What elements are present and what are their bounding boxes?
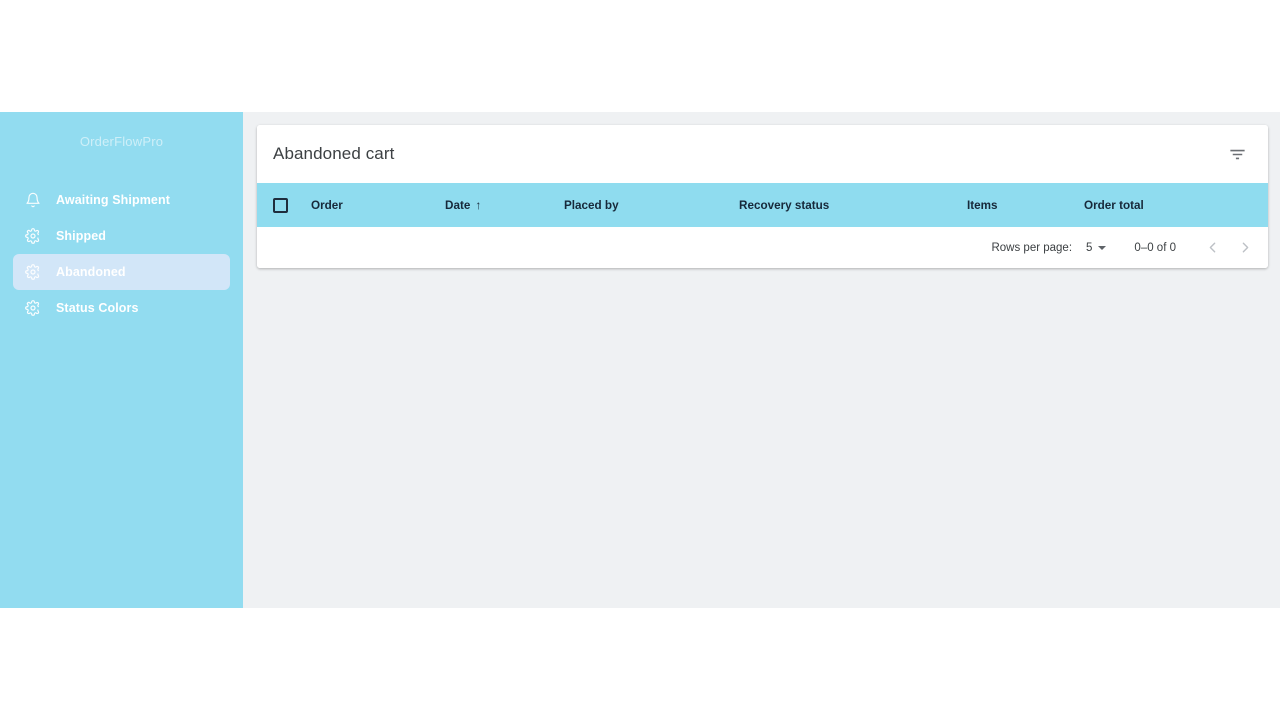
page-title: Abandoned cart [273, 144, 395, 163]
previous-page-button[interactable] [1196, 231, 1229, 264]
gear-icon [24, 299, 42, 317]
column-header-placed-by[interactable]: Placed by [564, 199, 739, 212]
column-label: Order total [1084, 198, 1144, 212]
rows-per-page-select[interactable]: 5 [1086, 241, 1107, 254]
chevron-down-icon [1098, 245, 1107, 250]
column-label: Items [967, 198, 998, 212]
pagination-range-label: 0–0 of 0 [1134, 241, 1176, 254]
sidebar-item-awaiting-shipment[interactable]: Awaiting Shipment [13, 182, 230, 218]
column-label: Order [311, 198, 343, 212]
column-header-items[interactable]: Items [967, 199, 1084, 212]
sidebar-item-status-colors[interactable]: Status Colors [13, 290, 230, 326]
table-toolbar: Abandoned cart [257, 125, 1268, 183]
sidebar-item-label: Abandoned [56, 264, 126, 279]
rows-per-page-label: Rows per page: [991, 241, 1073, 254]
sort-ascending-icon: ↑ [475, 198, 482, 212]
select-all-checkbox[interactable] [273, 197, 288, 213]
sidebar-nav: Awaiting Shipment Shipped Abandoned Stat… [0, 182, 243, 326]
filter-list-icon[interactable] [1220, 137, 1254, 171]
column-label: Placed by [564, 198, 619, 212]
sidebar-item-label: Status Colors [56, 300, 139, 315]
data-table-card: Abandoned cart Order Date ↑ Placed by Re… [257, 125, 1268, 268]
column-header-order-total[interactable]: Order total [1084, 199, 1268, 212]
column-label: Date [445, 198, 471, 212]
table-header-row: Order Date ↑ Placed by Recovery status I… [257, 183, 1268, 227]
sidebar-item-shipped[interactable]: Shipped [13, 218, 230, 254]
main-content: Abandoned cart Order Date ↑ Placed by Re… [243, 112, 1280, 608]
bell-icon [24, 191, 42, 209]
column-header-recovery-status[interactable]: Recovery status [739, 199, 967, 212]
column-header-order[interactable]: Order [311, 199, 445, 212]
sidebar-item-label: Awaiting Shipment [56, 192, 170, 207]
gear-icon [24, 227, 42, 245]
column-header-date[interactable]: Date ↑ [445, 199, 564, 212]
next-page-button[interactable] [1229, 231, 1262, 264]
column-label: Recovery status [739, 198, 830, 212]
sidebar-item-abandoned[interactable]: Abandoned [13, 254, 230, 290]
rows-per-page-value: 5 [1086, 241, 1093, 254]
sidebar-item-label: Shipped [56, 228, 107, 243]
select-all-cell [273, 197, 311, 213]
app-logo: OrderFlowPro [79, 133, 164, 149]
table-pagination: Rows per page: 5 0–0 of 0 [257, 227, 1268, 268]
gear-icon [24, 263, 42, 281]
app-window: OrderFlowPro Awaiting Shipment Shipped A… [0, 112, 1280, 608]
sidebar: OrderFlowPro Awaiting Shipment Shipped A… [0, 112, 243, 608]
